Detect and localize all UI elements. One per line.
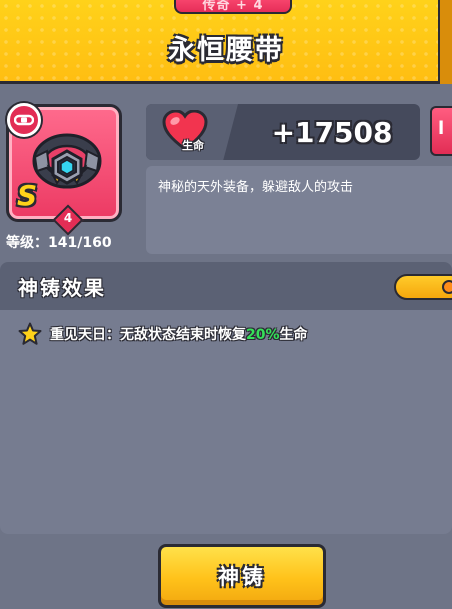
- stat-value: +17508: [271, 116, 393, 149]
- toggle-knob: [442, 280, 452, 294]
- stat-box: 生命 +17508: [146, 104, 420, 160]
- item-title: 永恒腰带: [168, 35, 284, 66]
- level-label: 等级：141/160: [6, 235, 112, 251]
- side-tab[interactable]: ⅼ: [430, 106, 452, 156]
- effect-text-main: 重见天日：无敌状态结束时恢复: [50, 327, 246, 343]
- stat-label: 生命: [182, 139, 204, 152]
- forge-panel: 神铸效果 重见天日：无敌状态结束时恢复20%生命: [0, 262, 452, 534]
- rarity-tab: 传奇 + 4: [174, 0, 292, 14]
- effect-text: 重见天日：无敌状态结束时恢复20%生命: [50, 324, 308, 344]
- side-tab-icon: ⅼ: [438, 118, 445, 139]
- item-card[interactable]: S 4: [6, 103, 122, 236]
- forge-toggle[interactable]: [394, 274, 452, 300]
- star-icon: [18, 322, 42, 345]
- effect-text-tail: 生命: [279, 327, 308, 343]
- rarity-label: 传奇 + 4: [202, 0, 264, 13]
- forge-header: 神铸效果: [0, 262, 452, 310]
- belt-icon: [32, 133, 102, 189]
- header-edge: [438, 0, 452, 84]
- effect-row: 重见天日：无敌状态结束时恢复20%生命: [18, 322, 308, 346]
- forge-button[interactable]: 神铸: [158, 544, 326, 608]
- forge-title: 神铸效果: [18, 276, 106, 300]
- star-count: 4: [63, 211, 73, 225]
- description-box: 神秘的天外装备，躲避敌人的攻击: [146, 166, 452, 254]
- effect-highlight: 20%: [246, 327, 280, 343]
- item-header: 传奇 + 4 永恒腰带: [0, 0, 452, 84]
- grade-letter: S: [17, 179, 38, 212]
- item-panel: S 4 等级：141/160: [0, 96, 140, 254]
- description-text: 神秘的天外装备，躲避敌人的攻击: [158, 180, 354, 195]
- forge-button-label: 神铸: [218, 565, 266, 589]
